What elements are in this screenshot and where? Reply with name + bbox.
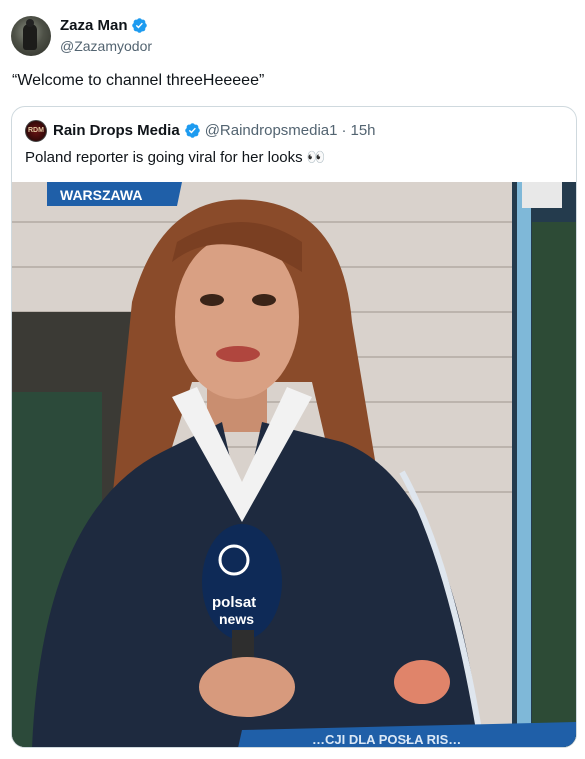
verified-badge-icon	[184, 123, 200, 138]
quoted-avatar[interactable]: RDM	[25, 120, 47, 142]
media-image[interactable]: polsat news WARSZAWA …CJI DLA POSŁA RIS…	[12, 182, 576, 747]
news-screenshot-illustration: polsat news WARSZAWA …CJI DLA POSŁA RIS…	[12, 182, 576, 747]
avatar-figure	[23, 19, 37, 50]
quoted-author-row: Rain Drops Media @Raindropsmedia1 · 15h	[53, 122, 376, 139]
location-banner: WARSZAWA	[60, 187, 142, 203]
display-name[interactable]: Zaza Man	[60, 17, 128, 34]
user-avatar[interactable]	[11, 16, 51, 56]
quoted-text: Poland reporter is going viral for her l…	[25, 149, 326, 166]
separator-dot: ·	[341, 122, 347, 139]
tweet-text: “Welcome to channel threeHeeeee”	[12, 72, 265, 89]
quoted-timestamp[interactable]: 15h	[350, 122, 375, 139]
mic-brand-line2: news	[219, 611, 254, 627]
tweet: Zaza Man @Zazamyodor “Welcome to channel…	[0, 0, 585, 759]
bottom-ticker: …CJI DLA POSŁA RIS…	[312, 732, 461, 747]
quoted-display-name[interactable]: Rain Drops Media	[53, 122, 180, 139]
verified-badge-icon	[131, 18, 147, 33]
author-name-row: Zaza Man	[60, 17, 148, 34]
user-handle[interactable]: @Zazamyodor	[60, 38, 152, 54]
quoted-handle[interactable]: @Raindropsmedia1	[205, 122, 338, 139]
mic-brand-line1: polsat	[212, 594, 256, 611]
quoted-tweet-card[interactable]: RDM Rain Drops Media @Raindropsmedia1 · …	[11, 106, 577, 748]
quoted-avatar-logo: RDM	[28, 127, 44, 134]
